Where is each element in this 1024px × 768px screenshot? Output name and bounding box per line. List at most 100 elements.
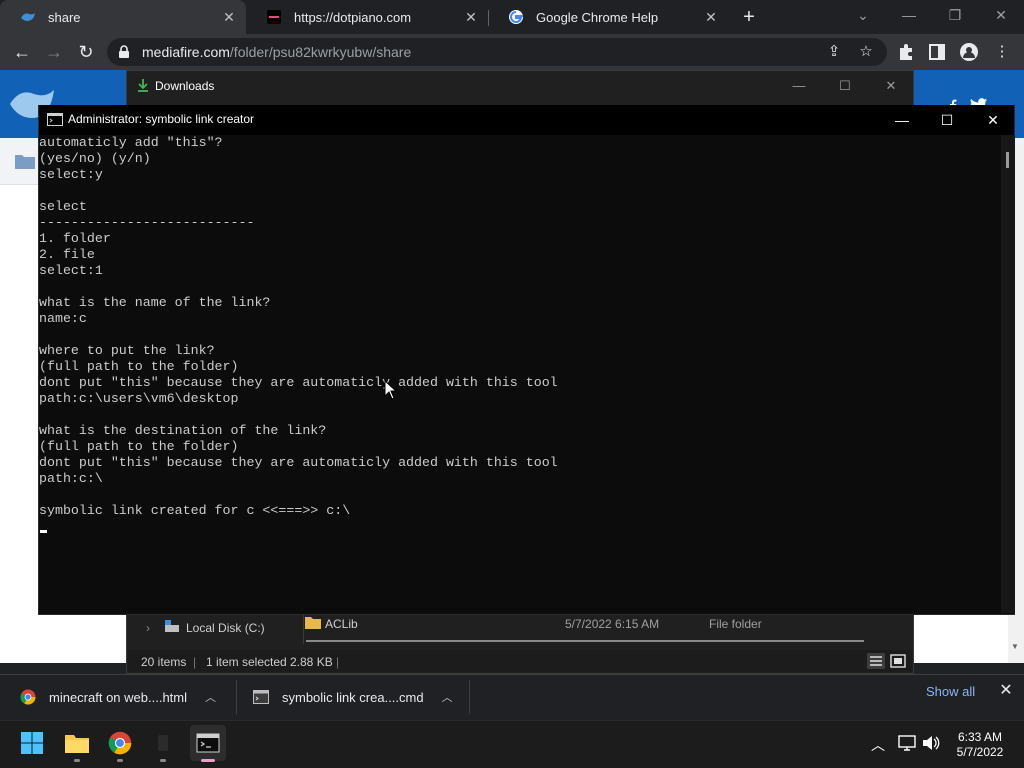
close-window-icon[interactable]: ✕: [978, 0, 1024, 30]
download-divider: [236, 680, 237, 714]
console-minimize-icon[interactable]: —: [882, 110, 922, 130]
active-indicator: [201, 759, 215, 762]
cmd-file-icon: [253, 690, 269, 704]
console-line: name:c: [39, 311, 87, 326]
console-line: dont put "this" because they are automat…: [39, 455, 558, 470]
large-icons-view-icon[interactable]: [889, 653, 907, 669]
file-date: 5/7/2022 6:15 AM: [565, 617, 660, 631]
explorer-title: Downloads: [155, 79, 215, 93]
console-maximize-icon[interactable]: ☐: [927, 110, 967, 130]
forward-icon[interactable]: →: [42, 40, 66, 64]
start-icon: [21, 732, 43, 754]
taskbar-chrome[interactable]: [102, 725, 138, 761]
network-icon[interactable]: [898, 735, 916, 751]
tab-chrome-help-label: Google Chrome Help: [536, 9, 659, 25]
chevron-up-icon[interactable]: ︿: [442, 689, 453, 705]
show-hidden-icons-icon[interactable]: ︿: [868, 735, 888, 755]
console-line: automaticly add "this"?: [39, 135, 223, 150]
console-title: Administrator: symbolic link creator: [68, 112, 255, 126]
file-name[interactable]: ACLib: [325, 617, 358, 631]
console-line: what is the destination of the link?: [39, 423, 327, 438]
bookmark-star-icon[interactable]: ☆: [856, 42, 876, 62]
folder-icon: [15, 155, 35, 169]
console-line: 2. file: [39, 247, 95, 262]
taskbar-terminal[interactable]: [190, 725, 226, 761]
status-selected: 1 item selected: [206, 655, 287, 669]
console-line: (full path to the folder): [39, 439, 239, 454]
taskbar-file-explorer[interactable]: [59, 725, 95, 761]
google-favicon-icon: [509, 10, 523, 24]
local-disk-icon: [165, 620, 179, 632]
reload-icon[interactable]: ↻: [74, 40, 98, 64]
text-cursor: [40, 530, 47, 533]
console-line: where to put the link?: [39, 343, 215, 358]
console-line: path:c:\users\vm6\desktop: [39, 391, 239, 406]
volume-icon[interactable]: [922, 735, 940, 751]
taskbar-app[interactable]: [145, 725, 181, 761]
sidebar-item-local-disk[interactable]: Local Disk (C:): [186, 621, 265, 635]
console-line: ---------------------------: [39, 215, 255, 230]
console-line: select:y: [39, 167, 103, 182]
tab-dotpiano[interactable]: https://dotpiano.com ✕: [246, 0, 488, 34]
chrome-icon: [20, 689, 36, 705]
file-explorer-icon: [65, 735, 89, 753]
tab-close-icon[interactable]: ✕: [220, 8, 238, 26]
console-close-icon[interactable]: ✕: [973, 110, 1013, 130]
status-size: 2.88 KB: [290, 655, 333, 669]
menu-kebab-icon[interactable]: ⋮: [992, 42, 1012, 62]
console-line: select:1: [39, 263, 103, 278]
minimize-icon[interactable]: —: [886, 0, 932, 30]
console-line: (yes/no) (y/n): [39, 151, 151, 166]
console-line: (full path to the folder): [39, 359, 239, 374]
details-view-icon[interactable]: [867, 653, 885, 669]
running-indicator: [74, 759, 80, 762]
console-output[interactable]: automaticly add "this"? (yes/no) (y/n) s…: [39, 135, 1001, 613]
side-panel-icon[interactable]: [929, 44, 945, 60]
restore-icon[interactable]: ❐: [932, 0, 978, 30]
download-item[interactable]: minecraft on web....html ︿: [20, 674, 216, 720]
new-tab-icon[interactable]: +: [737, 5, 761, 29]
tab-close-icon[interactable]: ✕: [462, 8, 480, 26]
download-item-name: minecraft on web....html: [49, 689, 187, 705]
clock-time: 6:33 AM: [957, 730, 1003, 744]
tab-close-icon[interactable]: ✕: [702, 8, 720, 26]
scroll-down-arrow-icon[interactable]: ▼: [1011, 642, 1019, 651]
dotpiano-favicon-icon: [267, 10, 281, 24]
console-line: what is the name of the link?: [39, 295, 271, 310]
lock-icon[interactable]: [118, 45, 130, 59]
console-line: 1. folder: [39, 231, 111, 246]
extensions-icon[interactable]: [897, 43, 915, 61]
close-shelf-icon[interactable]: ✕: [996, 681, 1016, 701]
explorer-maximize-icon[interactable]: ☐: [830, 76, 860, 96]
console-scrollbar[interactable]: [1001, 135, 1015, 613]
mouse-pointer-icon: [384, 380, 398, 400]
tab-share[interactable]: share ✕: [0, 0, 246, 34]
clock-date: 5/7/2022: [956, 745, 1004, 759]
app-icon: [158, 735, 168, 751]
taskbar-clock[interactable]: 6:33 AM 5/7/2022: [948, 730, 1012, 760]
start-button[interactable]: [14, 725, 50, 761]
expand-chevron-icon[interactable]: ›: [146, 621, 150, 635]
tab-search-icon[interactable]: ⌄: [840, 0, 886, 30]
horizontal-scrollbar[interactable]: [306, 640, 864, 642]
tab-chrome-help[interactable]: Google Chrome Help ✕: [488, 0, 728, 34]
profile-icon[interactable]: [960, 43, 978, 61]
cmd-icon: [47, 113, 63, 126]
console-scroll-thumb[interactable]: [1006, 152, 1009, 168]
file-type: File folder: [709, 617, 762, 631]
running-indicator: [160, 759, 166, 762]
explorer-close-icon[interactable]: ✕: [876, 76, 906, 96]
share-icon[interactable]: ⇪: [824, 42, 844, 62]
chrome-icon: [108, 731, 132, 755]
url-text[interactable]: mediafire.com/folder/psu82kwrkyubw/share: [142, 44, 411, 60]
download-item[interactable]: symbolic link crea....cmd ︿: [253, 674, 453, 720]
status-divider: |: [336, 655, 340, 669]
folder-icon: [305, 617, 321, 629]
mediafire-favicon-icon: [21, 13, 35, 21]
explorer-minimize-icon[interactable]: —: [784, 76, 814, 96]
chevron-up-icon[interactable]: ︿: [205, 689, 216, 705]
back-icon[interactable]: ←: [10, 40, 34, 64]
show-all-link[interactable]: Show all: [926, 684, 975, 699]
